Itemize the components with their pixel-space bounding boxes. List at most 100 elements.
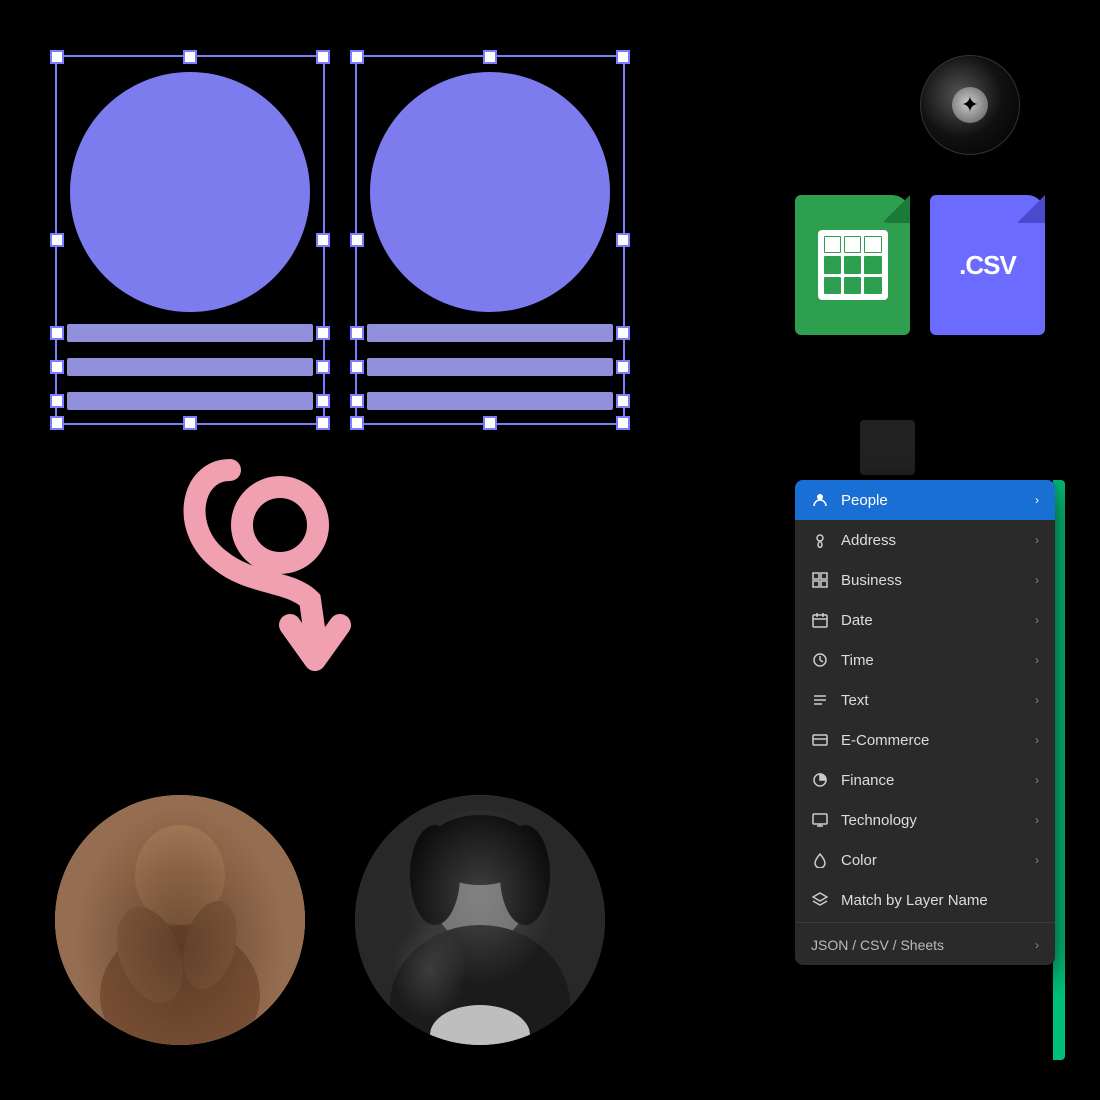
rect-row-2b [367,358,613,376]
plugin-icon-circle: ✦ [920,55,1020,155]
row-handle-right-2b[interactable] [616,360,630,374]
file-icons-group: .CSV [795,195,1045,335]
chevron-people: › [1035,493,1039,507]
time-icon [811,651,829,669]
design-frame-2[interactable] [355,55,625,425]
csv-file-icon[interactable]: .CSV [930,195,1045,335]
dropdown-item-address[interactable]: Address › [795,520,1055,560]
text-icon [811,691,829,709]
matchlayer-icon [811,891,829,909]
plus-icon: ✦ [961,94,979,116]
row-handle-right-1a[interactable] [316,326,330,340]
dropdown-item-finance[interactable]: Finance › [795,760,1055,800]
date-icon [811,611,829,629]
rect-row-1c [67,392,313,410]
handle-br-2[interactable] [616,416,630,430]
rect-rows-2 [357,312,623,423]
sheets-grid [818,230,888,300]
gender-arrow-symbol [170,450,400,700]
finance-icon [811,771,829,789]
row-handle-left-2c[interactable] [350,394,364,408]
dropdown-label-text: Text [841,692,1023,709]
handle-bc-2[interactable] [483,416,497,430]
dropdown-label-technology: Technology [841,812,1023,829]
rect-rows-1 [57,312,323,423]
row-handle-left-2b[interactable] [350,360,364,374]
dropdown-label-people: People [841,492,1023,509]
dropdown-item-business[interactable]: Business › [795,560,1055,600]
chevron-ecommerce: › [1035,733,1039,747]
technology-icon [811,811,829,829]
design-frame-1[interactable] [55,55,325,425]
dropdown-label-finance: Finance [841,772,1023,789]
dropdown-footer[interactable]: JSON / CSV / Sheets › [795,925,1055,965]
handle-bc-1[interactable] [183,416,197,430]
address-icon [811,531,829,549]
chevron-finance: › [1035,773,1039,787]
dark-box [860,420,915,475]
dropdown-item-date[interactable]: Date › [795,600,1055,640]
dropdown-item-technology[interactable]: Technology › [795,800,1055,840]
dropdown-item-text[interactable]: Text › [795,680,1055,720]
row-handle-left-1b[interactable] [50,360,64,374]
rect-row-1b [67,358,313,376]
row-handle-right-1c[interactable] [316,394,330,408]
rect-row-1a [67,324,313,342]
row-handle-right-2c[interactable] [616,394,630,408]
row-handle-left-2a[interactable] [350,326,364,340]
handle-mr-1[interactable] [316,233,330,247]
circle-shape-2 [370,72,610,312]
plugin-icon[interactable]: ✦ [920,55,1020,155]
chevron-text: › [1035,693,1039,707]
handle-tr-1[interactable] [316,50,330,64]
handle-tc-1[interactable] [183,50,197,64]
dropdown-menu: People › Address › Business › Date › Tim [795,480,1055,965]
handle-bl-2[interactable] [350,416,364,430]
canvas-area [55,55,655,445]
csv-label: .CSV [959,250,1016,281]
handle-tl-1[interactable] [50,50,64,64]
ecommerce-icon [811,731,829,749]
row-handle-right-2a[interactable] [616,326,630,340]
handle-br-1[interactable] [316,416,330,430]
dropdown-footer-chevron: › [1035,938,1039,952]
handle-mr-2[interactable] [616,233,630,247]
handle-ml-2[interactable] [350,233,364,247]
handle-tc-2[interactable] [483,50,497,64]
business-icon [811,571,829,589]
people-icon [811,491,829,509]
circles-area [55,795,605,1045]
chevron-date: › [1035,613,1039,627]
dropdown-item-matchlayer[interactable]: Match by Layer Name [795,880,1055,920]
handle-ml-1[interactable] [50,233,64,247]
handle-tr-2[interactable] [616,50,630,64]
dropdown-label-ecommerce: E-Commerce [841,732,1023,749]
dropdown-label-time: Time [841,652,1023,669]
handle-bl-1[interactable] [50,416,64,430]
row-handle-right-1b[interactable] [316,360,330,374]
plugin-icon-inner: ✦ [952,87,988,123]
dropdown-label-business: Business [841,572,1023,589]
chevron-time: › [1035,653,1039,667]
dropdown-label-address: Address [841,532,1023,549]
symbol-area [170,450,400,700]
chevron-address: › [1035,533,1039,547]
circle-photo-1 [55,795,305,1045]
dropdown-item-ecommerce[interactable]: E-Commerce › [795,720,1055,760]
row-handle-left-1c[interactable] [50,394,64,408]
handle-tl-2[interactable] [350,50,364,64]
circle-shape-1 [70,72,310,312]
frame-group [55,55,625,425]
dropdown-label-color: Color [841,852,1023,869]
rect-row-2c [367,392,613,410]
circle-photo-2 [355,795,605,1045]
google-sheets-icon[interactable] [795,195,910,335]
dropdown-item-color[interactable]: Color › [795,840,1055,880]
dropdown-item-time[interactable]: Time › [795,640,1055,680]
row-handle-left-1a[interactable] [50,326,64,340]
dropdown-footer-label: JSON / CSV / Sheets [811,937,1025,953]
dropdown-item-people[interactable]: People › [795,480,1055,520]
dropdown-label-matchlayer: Match by Layer Name [841,892,1039,909]
dropdown-label-date: Date [841,612,1023,629]
color-icon [811,851,829,869]
